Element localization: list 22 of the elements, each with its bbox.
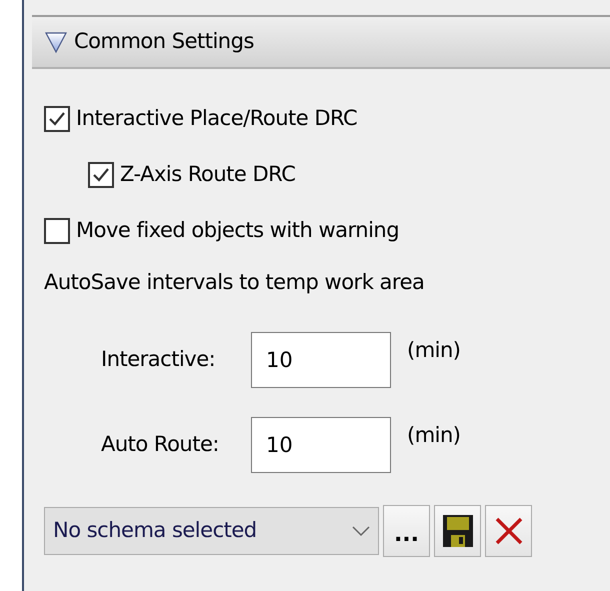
checkbox-label: Move fixed objects with warning: [76, 217, 400, 244]
interval-field[interactable]: 10: [251, 332, 391, 388]
dropdown-caret-icon: [352, 525, 370, 537]
unit-label: (min): [407, 422, 460, 449]
autosave-heading: AutoSave intervals to temp work area: [44, 269, 426, 296]
checkbox-label: Interactive Place/Route DRC: [76, 105, 358, 132]
checkbox[interactable]: [44, 218, 70, 244]
save-button[interactable]: [434, 505, 481, 557]
field-label: Auto Route:: [101, 430, 220, 458]
close-icon: [494, 516, 524, 546]
section-title: Common Settings: [74, 28, 254, 56]
checkbox[interactable]: [88, 162, 114, 188]
checkbox-label: Z-Axis Route DRC: [120, 161, 296, 188]
field-label: Interactive:: [101, 346, 216, 373]
browse-button[interactable]: ...: [383, 505, 430, 557]
expand-triangle-icon: [44, 30, 68, 54]
checkbox[interactable]: [44, 106, 70, 132]
delete-button[interactable]: [485, 505, 532, 557]
schema-dropdown[interactable]: No schema selected: [44, 507, 379, 555]
interval-field[interactable]: 10: [251, 416, 391, 472]
unit-label: (min): [407, 336, 460, 364]
section-header[interactable]: Common Settings: [32, 15, 610, 69]
